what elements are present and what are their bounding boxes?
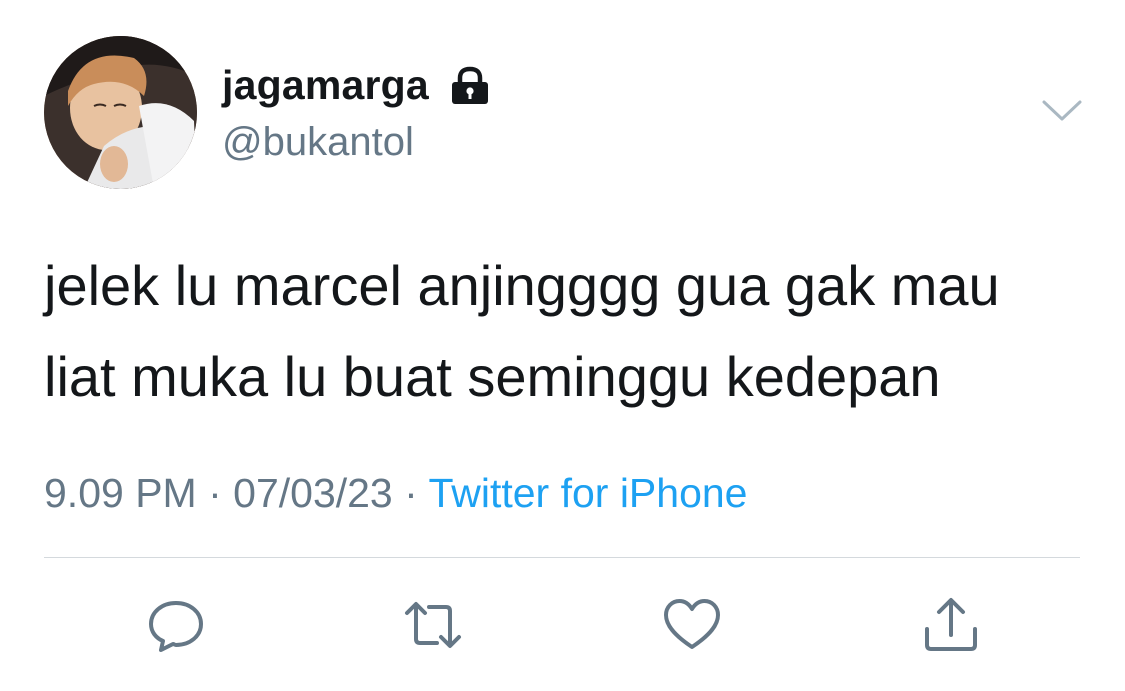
chevron-down-icon[interactable]	[1040, 98, 1084, 124]
share-icon[interactable]	[921, 595, 981, 655]
meta-separator: ·	[196, 470, 234, 516]
lock-icon	[449, 66, 491, 106]
tweet-time[interactable]: 9.09 PM	[44, 470, 197, 516]
tweet-text: jelek lu marcel anjingggg gua gak mau li…	[44, 240, 1094, 422]
avatar-image	[44, 36, 197, 189]
display-name[interactable]: jagamarga	[222, 62, 429, 109]
retweet-icon[interactable]	[403, 595, 463, 655]
tweet-date[interactable]: 07/03/23	[233, 470, 393, 516]
tweet-card: jagamarga @bukantol jelek lu marcel anji…	[0, 0, 1125, 691]
avatar[interactable]	[44, 36, 197, 189]
tweet-text-line-2: liat muka lu buat seminggu kedepan	[44, 345, 941, 408]
name-row: jagamarga	[222, 62, 491, 109]
heart-icon[interactable]	[662, 595, 722, 655]
meta-separator: ·	[392, 470, 429, 516]
divider	[44, 557, 1080, 558]
action-bar	[0, 595, 1125, 655]
tweet-text-line-1: jelek lu marcel anjingggg gua gak mau	[44, 254, 1000, 317]
user-handle[interactable]: @bukantol	[222, 120, 414, 165]
tweet-meta: 9.09 PM · 07/03/23 · Twitter for iPhone	[44, 470, 747, 517]
reply-icon[interactable]	[146, 595, 206, 655]
tweet-source-link[interactable]: Twitter for iPhone	[428, 470, 747, 516]
